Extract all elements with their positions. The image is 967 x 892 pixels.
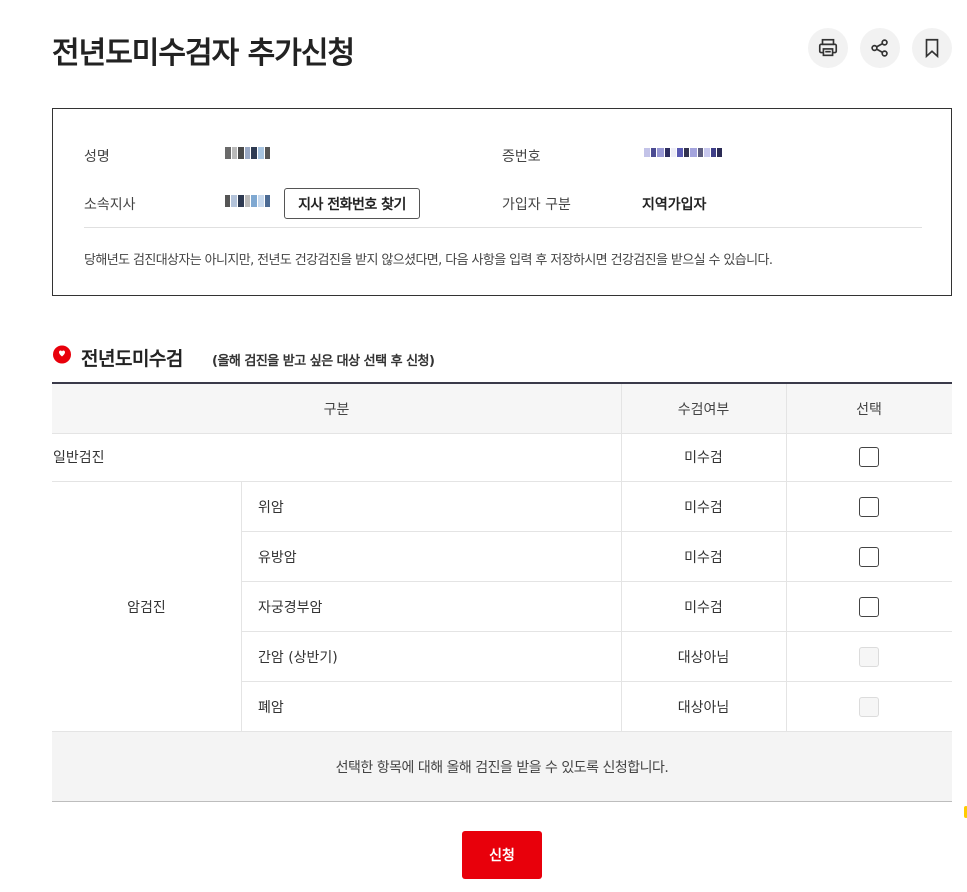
row-label: 유방암 xyxy=(258,550,297,566)
column-divider xyxy=(241,482,242,732)
row-label: 폐암 xyxy=(258,700,284,716)
bookmark-icon xyxy=(925,38,939,59)
submit-button[interactable]: 신청 xyxy=(462,831,542,879)
speech-bubble-icon xyxy=(53,345,71,364)
id-label: 증번호 xyxy=(502,149,541,165)
info-divider xyxy=(84,227,922,228)
row-label: 자궁경부암 xyxy=(258,600,323,616)
table-row: 일반검진 미수검 xyxy=(52,432,952,482)
print-icon xyxy=(818,38,838,57)
row-label: 일반검진 xyxy=(53,450,105,466)
row-select-cell xyxy=(786,432,952,482)
member-type-value: 지역가입자 xyxy=(642,197,707,213)
row-status: 대상아님 xyxy=(677,650,730,666)
id-value-masked xyxy=(644,148,722,157)
stomach-cancer-checkbox[interactable] xyxy=(859,497,879,517)
branch-value-masked xyxy=(225,195,270,207)
bookmark-button[interactable] xyxy=(912,28,952,68)
header-select: 선택 xyxy=(856,402,882,418)
row-select-cell xyxy=(786,532,952,582)
section-subtitle: (올해 검진을 받고 싶은 대상 선택 후 신청) xyxy=(212,354,435,369)
row-status: 미수검 xyxy=(684,550,723,566)
member-info-box: 성명 증번호 소속지사 지사 전화번호 찾기 가입자 구분 지역가입자 당해년도… xyxy=(52,108,952,296)
cervical-cancer-checkbox[interactable] xyxy=(859,597,879,617)
row-label: 간암 (상반기) xyxy=(258,650,338,666)
share-icon xyxy=(871,39,888,57)
section-title: 전년도미수검 xyxy=(81,348,183,370)
print-button[interactable] xyxy=(808,28,848,68)
header-category: 구분 xyxy=(323,402,350,418)
cancer-group-label: 암검진 xyxy=(52,482,241,732)
page-title: 전년도미수검자 추가신청 xyxy=(52,36,355,71)
table-footer-note: 선택한 항목에 대해 올해 검진을 받을 수 있도록 신청합니다. xyxy=(52,732,952,802)
general-checkup-checkbox[interactable] xyxy=(859,447,879,467)
branch-label: 소속지사 xyxy=(84,197,136,213)
checkup-table: 구분 수검여부 선택 일반검진 미수검 암검진 위암 미수검 유방암 미수검 자… xyxy=(52,382,952,802)
breast-cancer-checkbox[interactable] xyxy=(859,547,879,567)
table-row: 폐암 대상아님 xyxy=(241,682,952,732)
liver-cancer-checkbox-disabled xyxy=(859,647,879,667)
row-status: 미수검 xyxy=(684,450,723,466)
header-status: 수검여부 xyxy=(677,402,730,418)
table-header-row: 구분 수검여부 선택 xyxy=(52,384,952,434)
name-label: 성명 xyxy=(84,149,110,165)
table-row: 자궁경부암 미수검 xyxy=(241,582,952,632)
column-divider xyxy=(786,384,787,732)
row-select-cell xyxy=(786,632,952,682)
find-branch-phone-button[interactable]: 지사 전화번호 찾기 xyxy=(284,188,420,219)
notice-text: 당해년도 검진대상자는 아니지만, 전년도 건강검진을 받지 않으셨다면, 다음… xyxy=(84,253,773,268)
column-divider xyxy=(621,384,622,732)
name-value-masked xyxy=(225,147,270,159)
row-status: 미수검 xyxy=(684,500,723,516)
row-select-cell xyxy=(786,482,952,532)
member-type-label: 가입자 구분 xyxy=(502,197,571,213)
row-status: 미수검 xyxy=(684,600,723,616)
row-select-cell xyxy=(786,682,952,732)
row-label: 위암 xyxy=(258,500,284,516)
share-button[interactable] xyxy=(860,28,900,68)
table-row: 간암 (상반기) 대상아님 xyxy=(241,632,952,682)
lung-cancer-checkbox-disabled xyxy=(859,697,879,717)
row-status: 대상아님 xyxy=(677,700,730,716)
row-select-cell xyxy=(786,582,952,632)
table-row: 유방암 미수검 xyxy=(241,532,952,582)
table-row: 위암 미수검 xyxy=(241,482,952,532)
